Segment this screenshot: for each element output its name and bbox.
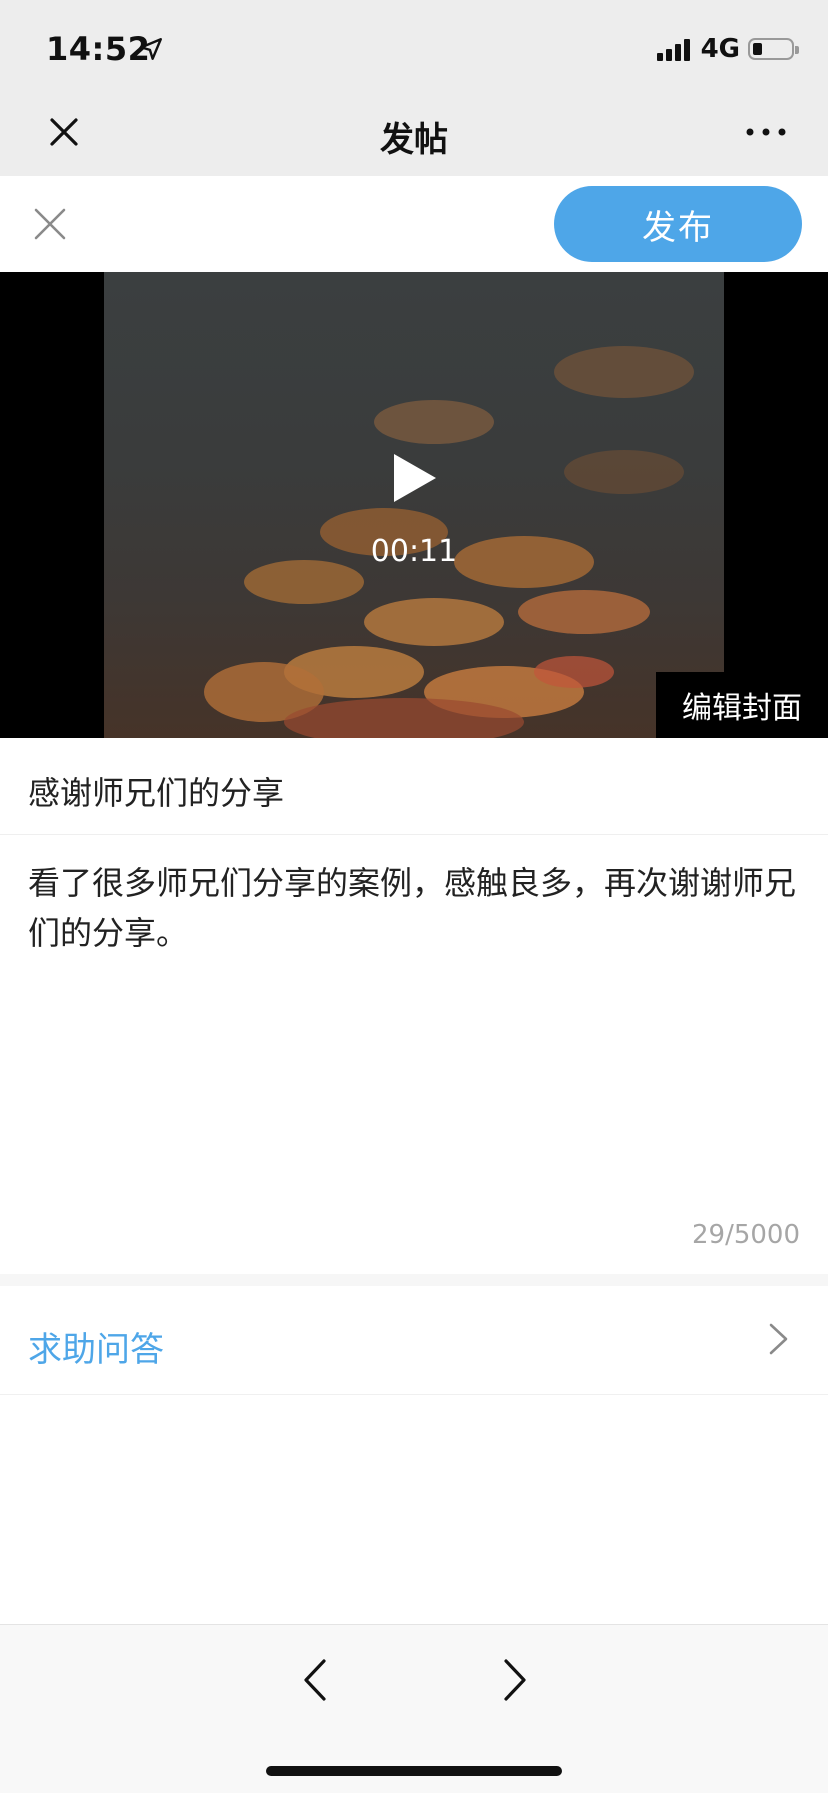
status-time: 14:52 xyxy=(46,30,151,68)
nav-bar: 发帖 xyxy=(0,90,828,176)
post-title: 感谢师兄们的分享 xyxy=(28,774,285,812)
post-body-field[interactable]: 看了很多师兄们分享的案例，感触良多，再次谢谢师兄们的分享。 xyxy=(28,858,798,958)
chevron-right-icon[interactable] xyxy=(494,1655,534,1705)
location-arrow-icon xyxy=(140,38,162,60)
more-icon[interactable] xyxy=(744,120,788,144)
chevron-right-icon xyxy=(769,1323,788,1355)
publish-button[interactable]: 发布 xyxy=(554,186,802,262)
edit-cover-button[interactable]: 编辑封面 xyxy=(656,672,828,738)
network-type: 4G xyxy=(700,34,740,64)
status-indicators: 4G xyxy=(656,34,799,64)
chevron-left-icon[interactable] xyxy=(296,1655,336,1705)
signal-icon xyxy=(656,37,693,61)
title-field[interactable]: 感谢师兄们的分享 xyxy=(0,738,828,835)
battery-icon xyxy=(748,38,799,60)
home-indicator[interactable] xyxy=(266,1766,562,1776)
video-thumbnail xyxy=(104,272,724,738)
video-preview[interactable]: 00:11 编辑封面 xyxy=(0,272,828,738)
character-counter: 29/5000 xyxy=(691,1220,800,1250)
video-duration: 00:11 xyxy=(370,534,458,569)
status-bar: 14:52 4G xyxy=(0,0,828,90)
page-title: 发帖 xyxy=(380,120,448,160)
help-qa-label: 求助问答 xyxy=(28,1330,164,1370)
section-divider xyxy=(0,1274,828,1286)
close-icon[interactable] xyxy=(32,206,68,242)
play-icon[interactable] xyxy=(392,452,438,504)
help-qa-row[interactable]: 求助问答 xyxy=(0,1286,828,1395)
action-bar: 发布 xyxy=(0,176,828,272)
